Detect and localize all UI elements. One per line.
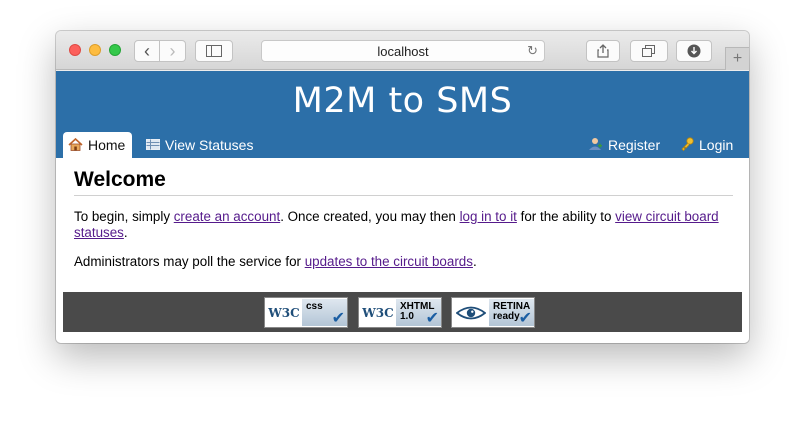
css-label: css	[306, 301, 323, 312]
show-tabs-button[interactable]	[630, 40, 668, 62]
nav-login[interactable]: Login	[680, 132, 733, 158]
plus-icon: +	[732, 50, 743, 67]
close-window-button[interactable]	[69, 44, 81, 56]
retina-ready-badge[interactable]: RETINA ready ✔	[451, 297, 535, 328]
user-add-icon	[588, 137, 603, 153]
download-icon	[687, 44, 701, 58]
forward-button[interactable]: ›	[160, 40, 186, 62]
back-button[interactable]: ‹	[134, 40, 160, 62]
checkmark-icon: ✔	[331, 310, 345, 327]
share-button[interactable]	[586, 40, 620, 62]
page-heading: Welcome	[74, 168, 733, 196]
share-icon	[597, 44, 609, 58]
nav-view-statuses-label: View Statuses	[165, 137, 254, 153]
minimize-window-button[interactable]	[89, 44, 101, 56]
intro-text-2: . Once created, you may then	[280, 209, 460, 224]
zoom-window-button[interactable]	[109, 44, 121, 56]
page-footer: W3C css ✔ W3C XHTML 1.0 ✔ RETINA ready ✔	[63, 292, 742, 332]
nav-register[interactable]: Register	[588, 132, 660, 158]
w3c-css-badge[interactable]: W3C css ✔	[264, 297, 348, 328]
main-content: Welcome To begin, simply create an accou…	[63, 158, 742, 292]
new-tab-button[interactable]: +	[725, 47, 749, 70]
web-page: M2M to SMS Home View Statuses Register L…	[56, 71, 749, 343]
updates-link[interactable]: updates to the circuit boards	[305, 254, 473, 269]
intro-text-1: To begin, simply	[74, 209, 174, 224]
w3c-xhtml-badge[interactable]: W3C XHTML 1.0 ✔	[358, 297, 442, 328]
nav-view-statuses[interactable]: View Statuses	[146, 132, 253, 158]
address-bar[interactable]: localhost ↻	[261, 40, 545, 62]
nav-home-label: Home	[88, 137, 126, 153]
table-icon	[146, 138, 160, 152]
admin-text-2: .	[472, 254, 477, 269]
admin-text-1: Administrators may poll the service for	[74, 254, 305, 269]
nav-home[interactable]: Home	[63, 132, 132, 158]
login-link[interactable]: log in to it	[460, 209, 517, 224]
reload-icon[interactable]: ↻	[527, 43, 538, 59]
admin-paragraph: Administrators may poll the service for …	[74, 254, 733, 270]
checkmark-icon: ✔	[425, 310, 439, 327]
browser-toolbar: ‹ › localhost ↻ +	[56, 31, 749, 70]
intro-text-4: .	[123, 225, 128, 240]
downloads-button[interactable]	[676, 40, 712, 62]
home-icon	[68, 137, 83, 153]
nav-register-label: Register	[608, 137, 661, 153]
checkmark-icon: ✔	[518, 310, 532, 327]
create-account-link[interactable]: create an account	[174, 209, 280, 224]
tabs-icon	[642, 45, 655, 57]
sidebar-toggle-button[interactable]	[195, 40, 233, 62]
key-icon	[680, 137, 694, 153]
sidebar-icon	[206, 45, 222, 57]
address-text: localhost	[377, 43, 429, 59]
w3c-logo: W3C	[266, 299, 302, 326]
site-title: M2M to SMS	[292, 81, 513, 121]
intro-text-3: for the ability to	[516, 209, 616, 224]
browser-window: ‹ › localhost ↻ + M2M to SMS Home View S…	[56, 31, 749, 343]
site-banner: M2M to SMS Home View Statuses Register L…	[56, 71, 749, 158]
nav-login-label: Login	[699, 137, 734, 153]
chevron-right-icon: ›	[169, 41, 176, 61]
w3c-logo: W3C	[360, 299, 396, 326]
intro-paragraph: To begin, simply create an account. Once…	[74, 209, 733, 241]
eye-icon	[453, 299, 489, 326]
chevron-left-icon: ‹	[144, 41, 150, 61]
